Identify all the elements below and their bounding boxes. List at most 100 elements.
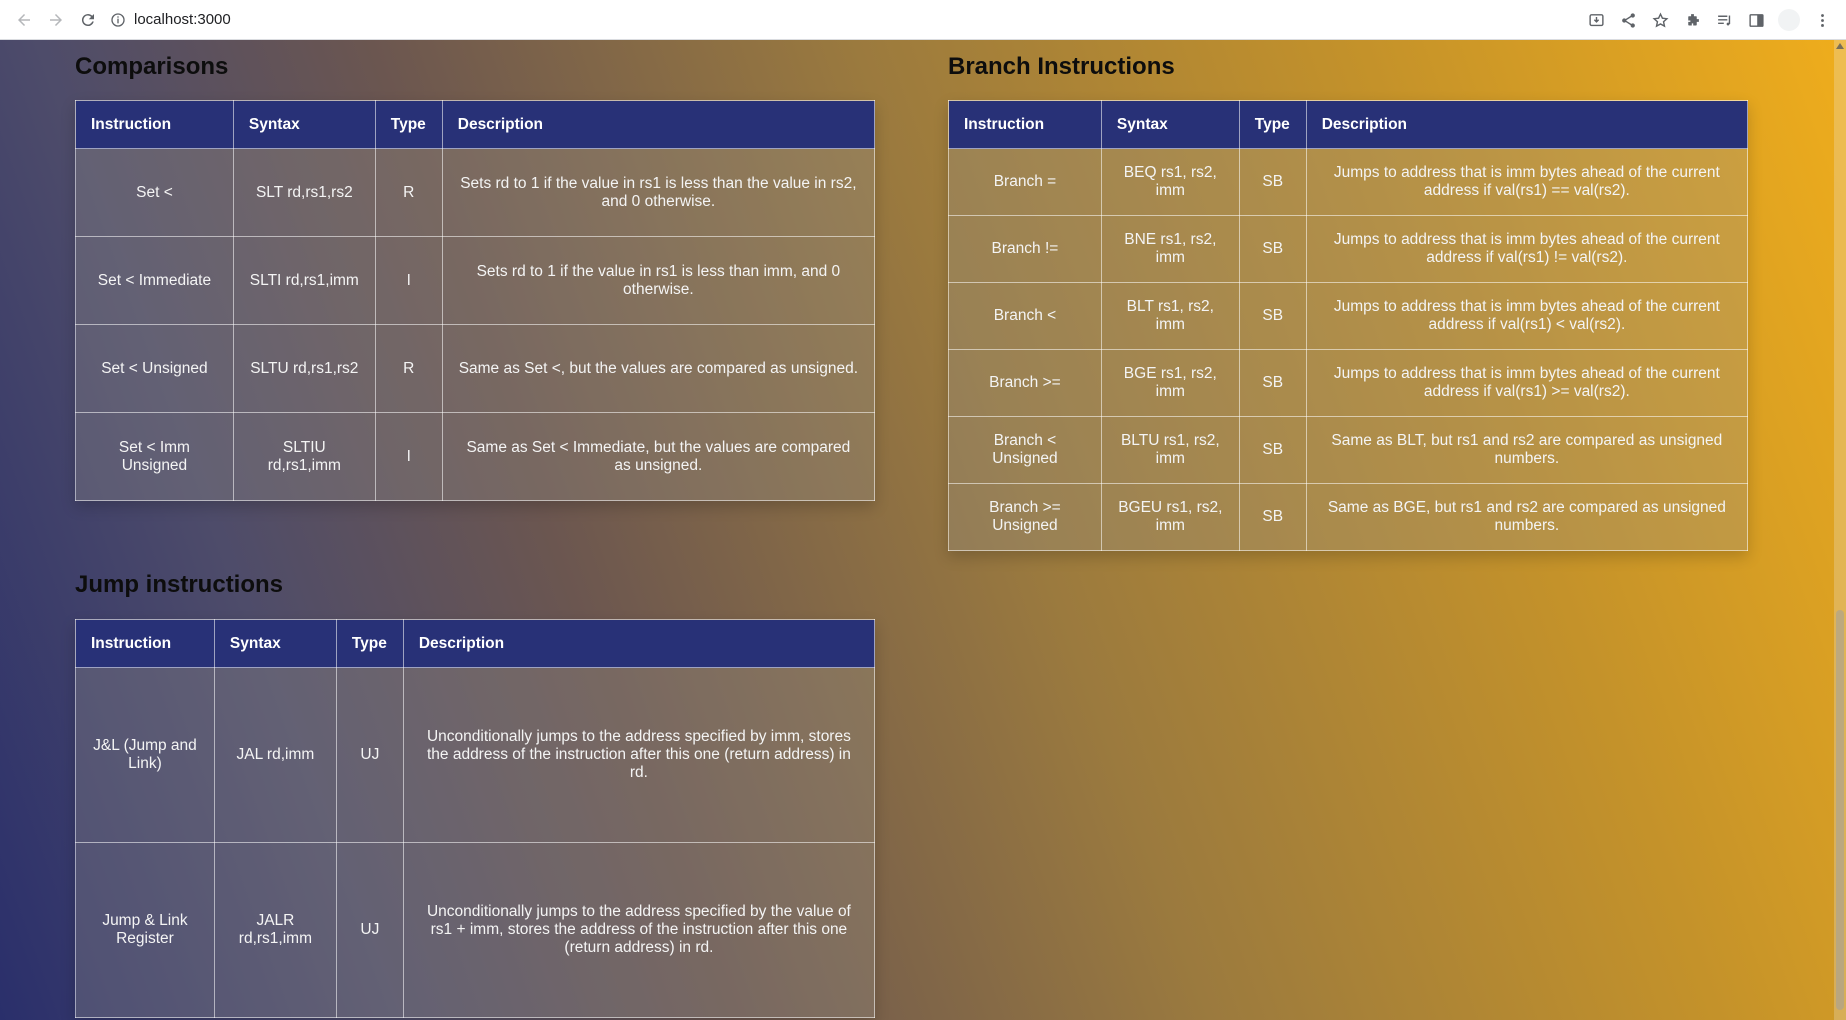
reading-list-icon[interactable] [1708, 4, 1740, 36]
cell-instruction: Branch >= Unsigned [948, 483, 1102, 551]
cell-syntax: SLT rd,rs1,rs2 [232, 148, 376, 237]
table-row: Set < SLT rd,rs1,rs2 R Sets rd to 1 if t… [75, 148, 876, 237]
profile-avatar[interactable] [1778, 9, 1800, 31]
cell-syntax: JALR rd,rs1,imm [213, 842, 337, 1018]
table-header-row: Instruction Syntax Type Description [75, 619, 876, 668]
comparisons-table: Instruction Syntax Type Description Set … [75, 100, 876, 501]
table-row: Set < Immediate SLTI rd,rs1,imm I Sets r… [75, 236, 876, 325]
cell-type: SB [1238, 349, 1307, 417]
header-description: Description [1305, 100, 1749, 149]
install-icon[interactable] [1580, 4, 1612, 36]
header-syntax: Syntax [1100, 100, 1240, 149]
cell-description: Jumps to address that is imm bytes ahead… [1305, 282, 1749, 350]
cell-instruction: Set < Immediate [75, 236, 234, 325]
cell-type: R [374, 324, 443, 413]
table-header-row: Instruction Syntax Type Description [75, 100, 876, 149]
header-instruction: Instruction [75, 619, 215, 668]
table-row: Branch >= Unsigned BGEU rs1, rs2, imm SB… [948, 483, 1749, 551]
cell-description: Same as BGE, but rs1 and rs2 are compare… [1305, 483, 1749, 551]
cell-type: SB [1238, 148, 1307, 216]
menu-kebab-icon[interactable] [1806, 4, 1838, 36]
branch-title: Branch Instructions [948, 53, 1175, 80]
cell-syntax: SLTIU rd,rs1,imm [232, 412, 376, 501]
cell-type: SB [1238, 282, 1307, 350]
cell-syntax: BEQ rs1, rs2, imm [1100, 148, 1240, 216]
table-row: Branch < BLT rs1, rs2, imm SB Jumps to a… [948, 282, 1749, 350]
forward-arrow-icon[interactable] [40, 4, 72, 36]
branch-section: Branch Instructions [948, 50, 1175, 84]
cell-syntax: BLTU rs1, rs2, imm [1100, 416, 1240, 484]
share-icon[interactable] [1612, 4, 1644, 36]
header-description: Description [441, 100, 876, 149]
table-row: Branch >= BGE rs1, rs2, imm SB Jumps to … [948, 349, 1749, 417]
cell-syntax: SLTI rd,rs1,imm [232, 236, 376, 325]
header-type: Type [1238, 100, 1307, 149]
cell-instruction: Branch != [948, 215, 1102, 283]
table-row: Jump & Link Register JALR rd,rs1,imm UJ … [75, 842, 876, 1018]
cell-description: Jumps to address that is imm bytes ahead… [1305, 148, 1749, 216]
cell-type: I [374, 236, 443, 325]
address-bar[interactable]: localhost:3000 [110, 4, 231, 36]
header-type: Type [374, 100, 443, 149]
extensions-icon[interactable] [1676, 4, 1708, 36]
cell-type: UJ [335, 842, 404, 1018]
cell-instruction: Jump & Link Register [75, 842, 215, 1018]
cell-description: Same as Set < Immediate, but the values … [441, 412, 876, 501]
comparisons-title: Comparisons [75, 53, 229, 80]
cell-instruction: Branch = [948, 148, 1102, 216]
back-arrow-icon[interactable] [8, 4, 40, 36]
cell-description: Sets rd to 1 if the value in rs1 is less… [441, 236, 876, 325]
cell-description: Jumps to address that is imm bytes ahead… [1305, 215, 1749, 283]
cell-type: SB [1238, 215, 1307, 283]
info-icon [111, 12, 125, 27]
cell-type: SB [1238, 483, 1307, 551]
bookmark-star-icon[interactable] [1644, 4, 1676, 36]
table-row: Set < Imm Unsigned SLTIU rd,rs1,imm I Sa… [75, 412, 876, 501]
header-type: Type [335, 619, 404, 668]
cell-type: R [374, 148, 443, 237]
vertical-scrollbar[interactable] [1834, 40, 1846, 1020]
header-syntax: Syntax [232, 100, 376, 149]
cell-description: Sets rd to 1 if the value in rs1 is less… [441, 148, 876, 237]
cell-instruction: Set < Imm Unsigned [75, 412, 234, 501]
reload-icon[interactable] [72, 4, 104, 36]
scroll-up-arrow-icon[interactable] [1836, 43, 1844, 49]
cell-instruction: Set < Unsigned [75, 324, 234, 413]
cell-syntax: BGEU rs1, rs2, imm [1100, 483, 1240, 551]
cell-type: UJ [335, 667, 404, 843]
cell-description: Unconditionally jumps to the address spe… [402, 842, 876, 1018]
table-row: Branch = BEQ rs1, rs2, imm SB Jumps to a… [948, 148, 1749, 216]
header-instruction: Instruction [948, 100, 1102, 149]
comparisons-section: Comparisons [75, 50, 228, 84]
cell-type: I [374, 412, 443, 501]
cell-instruction: J&L (Jump and Link) [75, 667, 215, 843]
table-row: Branch != BNE rs1, rs2, imm SB Jumps to … [948, 215, 1749, 283]
table-row: Set < Unsigned SLTU rd,rs1,rs2 R Same as… [75, 324, 876, 413]
cell-instruction: Branch >= [948, 349, 1102, 417]
cell-syntax: BNE rs1, rs2, imm [1100, 215, 1240, 283]
cell-syntax: JAL rd,imm [213, 667, 337, 843]
cell-type: SB [1238, 416, 1307, 484]
cell-description: Same as BLT, but rs1 and rs2 are compare… [1305, 416, 1749, 484]
header-syntax: Syntax [213, 619, 337, 668]
table-row: Branch < Unsigned BLTU rs1, rs2, imm SB … [948, 416, 1749, 484]
page-viewport: Comparisons Instruction Syntax Type Desc… [0, 40, 1846, 1020]
cell-description: Unconditionally jumps to the address spe… [402, 667, 876, 843]
table-header-row: Instruction Syntax Type Description [948, 100, 1749, 149]
browser-toolbar: localhost:3000 [0, 0, 1846, 40]
scrollbar-thumb[interactable] [1836, 610, 1844, 1010]
header-description: Description [402, 619, 876, 668]
cell-description: Jumps to address that is imm bytes ahead… [1305, 349, 1749, 417]
cell-instruction: Branch < Unsigned [948, 416, 1102, 484]
jump-table: Instruction Syntax Type Description J&L … [75, 619, 876, 1018]
cell-description: Same as Set <, but the values are compar… [441, 324, 876, 413]
url-text: localhost:3000 [134, 11, 231, 28]
branch-table: Instruction Syntax Type Description Bran… [948, 100, 1749, 551]
side-panel-icon[interactable] [1740, 4, 1772, 36]
jump-section: Jump instructions [75, 568, 283, 602]
jump-title: Jump instructions [75, 571, 284, 598]
cell-instruction: Set < [75, 148, 234, 237]
cell-syntax: BLT rs1, rs2, imm [1100, 282, 1240, 350]
table-row: J&L (Jump and Link) JAL rd,imm UJ Uncond… [75, 667, 876, 843]
header-instruction: Instruction [75, 100, 234, 149]
